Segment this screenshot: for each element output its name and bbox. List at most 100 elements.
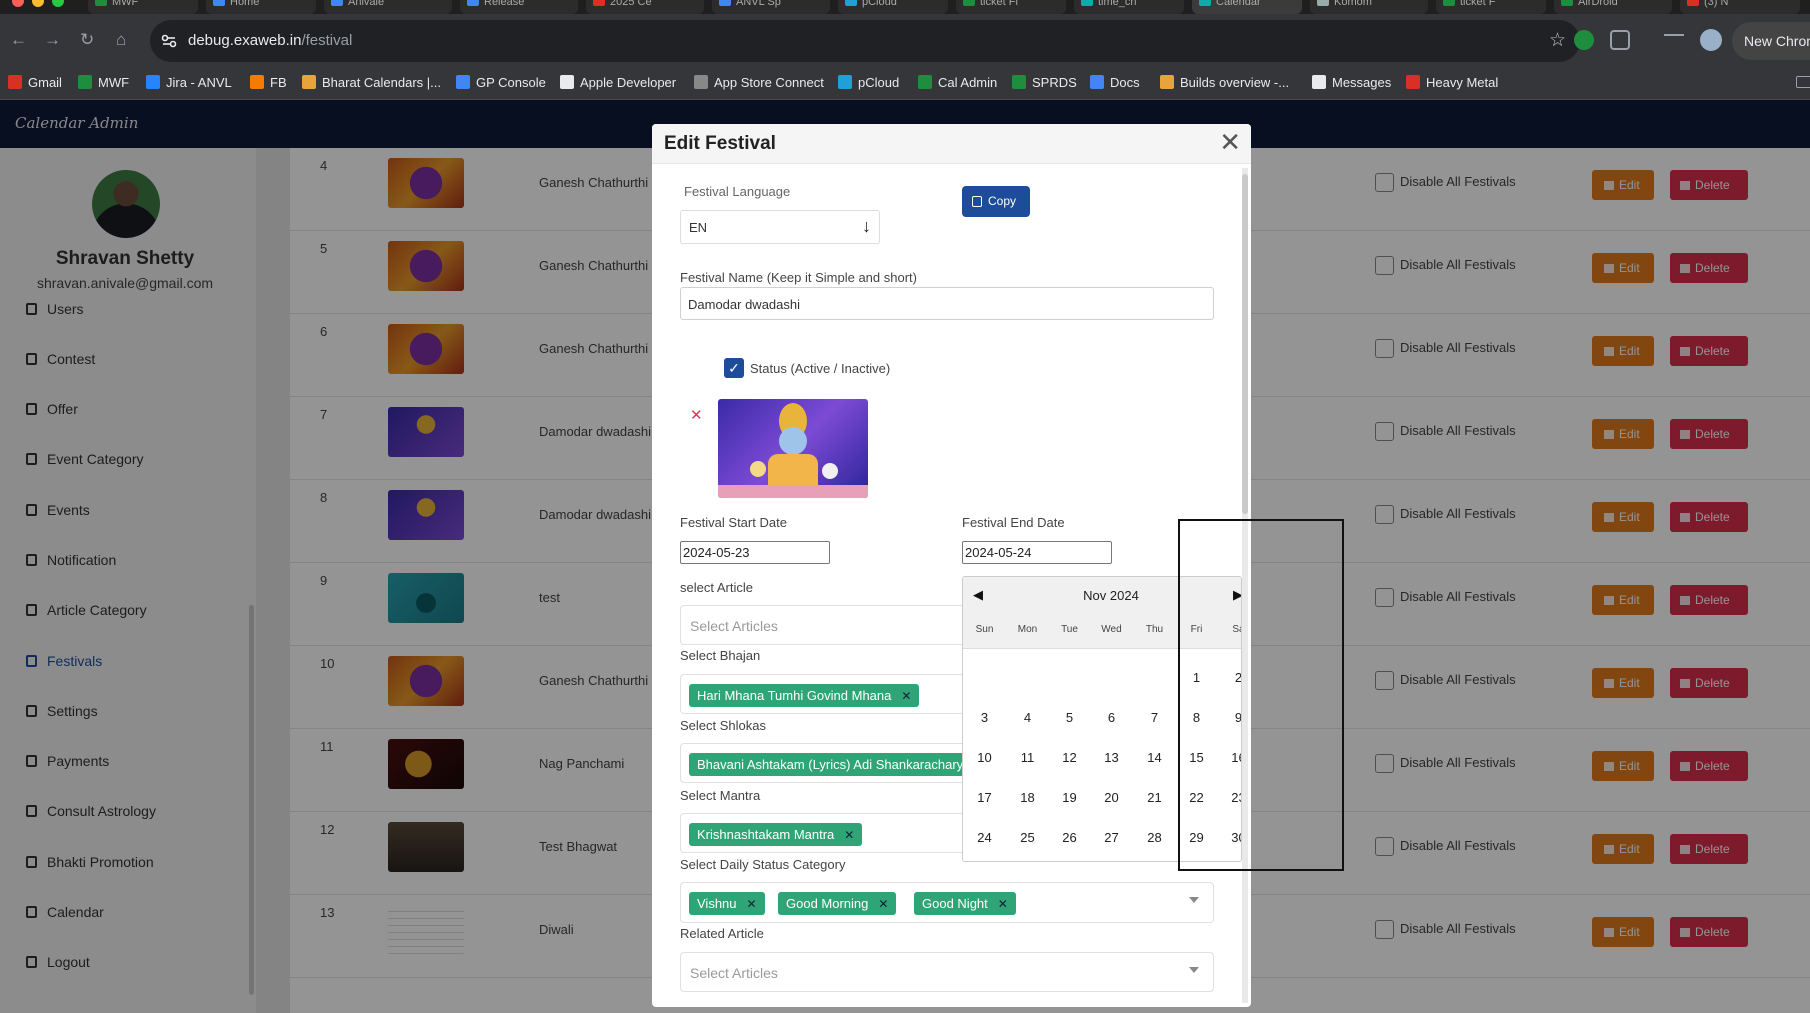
article-label: select Article [680, 580, 753, 595]
date-picker-day[interactable]: 19 [1048, 790, 1091, 805]
tab-search-icon[interactable] [1664, 34, 1684, 44]
remove-chip-icon[interactable]: ✕ [901, 689, 911, 703]
address-bar[interactable]: debug.exaweb.in/festival ☆ [150, 20, 1580, 62]
close-icon[interactable]: ✕ [1219, 129, 1241, 155]
date-picker-day[interactable]: 14 [1133, 750, 1176, 765]
date-picker-day[interactable]: 20 [1090, 790, 1133, 805]
tab-label: ANVL Sp [736, 0, 781, 8]
date-picker-day[interactable]: 27 [1090, 830, 1133, 845]
selected-chip: Vishnu ✕ [689, 892, 765, 915]
date-picker-day[interactable]: 17 [963, 790, 1006, 805]
tab-favicon-icon [1687, 0, 1699, 6]
related-article-select[interactable]: Select Articles [680, 952, 1214, 992]
date-picker-day[interactable]: 4 [1006, 710, 1049, 725]
date-picker-day[interactable]: 10 [963, 750, 1006, 765]
tab-favicon-icon [1443, 0, 1455, 6]
bookmark-item[interactable]: Apple Developer [560, 75, 676, 90]
bookmark-item[interactable]: Bharat Calendars |... [302, 75, 441, 90]
date-picker-day[interactable]: 28 [1133, 830, 1176, 845]
maximize-window-icon[interactable] [52, 0, 64, 7]
bookmark-icon [560, 75, 574, 89]
browser-tab[interactable]: Home✕ [206, 0, 316, 14]
bookmark-icon [456, 75, 470, 89]
bookmark-item[interactable]: GP Console [456, 75, 546, 90]
browser-tab[interactable]: pCloud✕ [838, 0, 948, 14]
remove-chip-icon[interactable]: ✕ [878, 897, 888, 911]
remove-chip-icon[interactable]: ✕ [747, 897, 757, 911]
browser-tab[interactable]: time_ch✕ [1074, 0, 1184, 14]
browser-tab[interactable]: Release✕ [460, 0, 578, 14]
bookmark-icon [1312, 75, 1326, 89]
chevron-down-icon[interactable] [1189, 897, 1199, 903]
bookmark-star-icon[interactable]: ☆ [1549, 29, 1566, 52]
bookmark-item[interactable]: Messages [1312, 75, 1391, 90]
all-bookmarks-icon[interactable] [1796, 76, 1810, 88]
remove-chip-icon[interactable]: ✕ [998, 897, 1008, 911]
date-picker-day[interactable]: 6 [1090, 710, 1133, 725]
tab-favicon-icon [1561, 0, 1573, 6]
bookmark-item[interactable]: Cal Admin [918, 75, 997, 90]
bookmark-item[interactable]: FB [250, 75, 287, 90]
modal-scrollbar-thumb[interactable] [1242, 174, 1248, 514]
bookmark-item[interactable]: Gmail [8, 75, 62, 90]
date-picker-day[interactable]: 11 [1006, 750, 1049, 765]
date-picker-day[interactable]: 3 [963, 710, 1006, 725]
bookmark-item[interactable]: Docs [1090, 75, 1140, 90]
date-picker-day[interactable]: 18 [1006, 790, 1049, 805]
bookmark-item[interactable]: Builds overview -... [1160, 75, 1289, 90]
minimize-window-icon[interactable] [32, 0, 44, 7]
browser-tab[interactable]: Calendar✕ [1192, 0, 1302, 14]
profile-avatar-icon[interactable] [1700, 29, 1722, 51]
site-settings-icon[interactable] [160, 32, 178, 50]
daily-status-label: Select Daily Status Category [680, 857, 846, 872]
browser-tab[interactable]: Anivale✕ [324, 0, 452, 14]
tab-favicon-icon [1317, 0, 1329, 6]
bookmark-item[interactable]: App Store Connect [694, 75, 824, 90]
bookmark-item[interactable]: pCloud [838, 75, 899, 90]
browser-tab[interactable]: ANVL Sp✕ [712, 0, 830, 14]
date-picker-day[interactable]: 24 [963, 830, 1006, 845]
forward-icon[interactable]: → [44, 30, 61, 50]
new-chrome-button[interactable]: New Chrom [1732, 22, 1810, 60]
date-picker-day[interactable]: 25 [1006, 830, 1049, 845]
home-icon[interactable]: ⌂ [116, 30, 126, 50]
date-picker-day[interactable]: 26 [1048, 830, 1091, 845]
bookmark-label: Heavy Metal [1426, 75, 1499, 90]
tab-favicon-icon [1081, 0, 1093, 6]
browser-tab[interactable]: ticket Fl✕ [956, 0, 1066, 14]
remove-chip-icon[interactable]: ✕ [844, 828, 854, 842]
browser-tab[interactable]: 2025 Ce✕ [586, 0, 704, 14]
selected-chip: Good Night ✕ [914, 892, 1016, 915]
bookmark-item[interactable]: Heavy Metal [1406, 75, 1498, 90]
browser-tab[interactable]: Komom✕ [1310, 0, 1428, 14]
date-picker-day[interactable]: 21 [1133, 790, 1176, 805]
browser-tab[interactable]: ticket F✕ [1436, 0, 1546, 14]
tab-label: AirDroid [1578, 0, 1618, 8]
tab-favicon-icon [1199, 0, 1211, 6]
extension-icon[interactable] [1574, 30, 1594, 50]
reload-icon[interactable]: ↻ [80, 30, 94, 50]
copy-button[interactable]: Copy [962, 186, 1030, 217]
bookmark-item[interactable]: SPRDS [1012, 75, 1077, 90]
festival-name-input[interactable]: Damodar dwadashi [680, 287, 1214, 320]
browser-tab[interactable]: MWF✕ [88, 0, 198, 14]
back-icon[interactable]: ← [10, 30, 27, 50]
date-picker-day[interactable]: 7 [1133, 710, 1176, 725]
start-date-input[interactable]: 2024-05-23 [680, 541, 830, 564]
puzzle-extensions-icon[interactable] [1610, 30, 1630, 50]
language-select[interactable]: EN ↓ [680, 210, 880, 244]
date-picker-day[interactable]: 13 [1090, 750, 1133, 765]
browser-tab[interactable]: AirDroid✕ [1554, 0, 1672, 14]
bhajan-label: Select Bhajan [680, 648, 761, 663]
end-date-input[interactable]: 2024-05-24 [962, 541, 1112, 564]
browser-tab[interactable]: (3) N✕ [1680, 0, 1800, 14]
remove-image-icon[interactable]: ✕ [690, 406, 703, 424]
bookmark-item[interactable]: MWF [78, 75, 129, 90]
bookmark-item[interactable]: Jira - ANVL [146, 75, 232, 90]
date-picker-day[interactable]: 12 [1048, 750, 1091, 765]
date-picker-day[interactable]: 5 [1048, 710, 1091, 725]
close-window-icon[interactable] [12, 0, 24, 7]
bookmarks-bar: Gmail MWF Jira - ANVL FB Bharat Calendars |.… [0, 68, 1810, 100]
daily-status-select[interactable]: Vishnu ✕ Good Morning ✕ Good Night ✕ [680, 882, 1214, 923]
status-checkbox[interactable]: ✓ [724, 358, 744, 378]
